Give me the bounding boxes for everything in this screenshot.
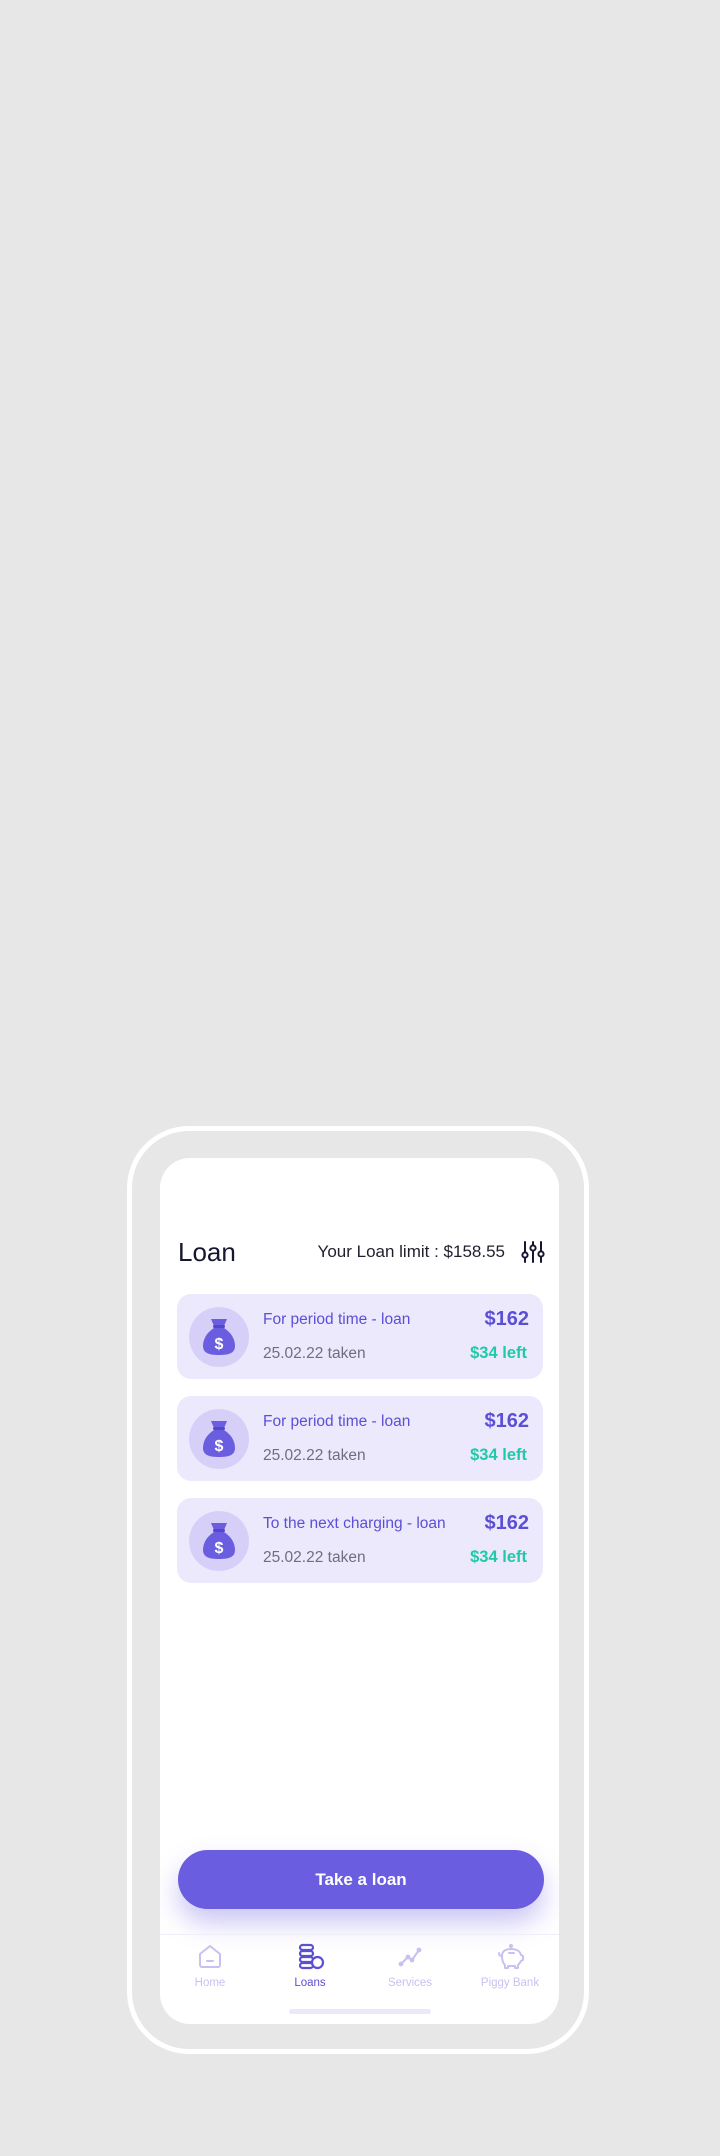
svg-text:$: $ — [215, 1336, 224, 1353]
svg-text:$: $ — [215, 1438, 224, 1455]
tab-piggy-bank-label: Piggy Bank — [480, 1977, 540, 1989]
filter-button[interactable] — [521, 1240, 545, 1264]
page-title: Loan — [178, 1237, 236, 1267]
loan-remaining: $34 left — [470, 1446, 527, 1464]
loan-amount: $162 — [484, 1410, 530, 1432]
loan-avatar: $ — [189, 1409, 249, 1469]
take-loan-button[interactable]: Take a loan — [178, 1850, 544, 1909]
loan-amount: $162 — [484, 1512, 530, 1534]
tab-loans-label: Loans — [294, 1977, 326, 1989]
loan-list: $ For period time - loan 25.02.22 taken … — [177, 1294, 543, 1600]
coins-icon — [298, 1943, 325, 1970]
loan-remaining: $34 left — [470, 1344, 527, 1362]
home-icon — [199, 1945, 221, 1968]
tab-loans[interactable]: Loans — [260, 1935, 360, 1995]
money-bag-icon: $ — [203, 1421, 235, 1457]
loan-name: To the next charging - loan — [263, 1515, 446, 1532]
tab-services[interactable]: Services — [360, 1935, 460, 1995]
sliders-icon — [521, 1241, 545, 1263]
loan-amount: $162 — [484, 1308, 530, 1330]
money-bag-icon: $ — [203, 1523, 235, 1559]
loan-name: For period time - loan — [263, 1311, 411, 1328]
loan-avatar: $ — [189, 1511, 249, 1571]
money-bag-icon: $ — [203, 1319, 235, 1355]
tab-piggy-bank[interactable]: Piggy Bank — [460, 1935, 559, 1995]
loan-date: 25.02.22 taken — [263, 1447, 366, 1464]
tab-services-label: Services — [387, 1977, 433, 1989]
header: Loan Your Loan limit : $158.55 — [178, 1234, 545, 1270]
loan-card[interactable]: $ For period time - loan 25.02.22 taken … — [177, 1396, 543, 1481]
tab-home-label: Home — [194, 1977, 226, 1989]
svg-text:$: $ — [215, 1540, 224, 1557]
tab-home[interactable]: Home — [160, 1935, 260, 1995]
app-screen: Loan Your Loan limit : $158.55 $ For per… — [160, 1158, 559, 2024]
loan-limit-label: Your Loan limit : $158.55 — [317, 1242, 505, 1261]
loan-remaining: $34 left — [470, 1548, 527, 1566]
loan-date: 25.02.22 taken — [263, 1345, 366, 1362]
piggy-bank-icon — [498, 1944, 524, 1969]
loan-card[interactable]: $ To the next charging - loan 25.02.22 t… — [177, 1498, 543, 1583]
loan-name: For period time - loan — [263, 1413, 411, 1430]
chart-line-icon — [398, 1947, 422, 1967]
loan-card[interactable]: $ For period time - loan 25.02.22 taken … — [177, 1294, 543, 1379]
loan-avatar: $ — [189, 1307, 249, 1367]
tab-bar: Home Loans Services Piggy Bank — [160, 1934, 559, 2005]
home-indicator — [289, 2009, 431, 2014]
loan-date: 25.02.22 taken — [263, 1549, 366, 1566]
